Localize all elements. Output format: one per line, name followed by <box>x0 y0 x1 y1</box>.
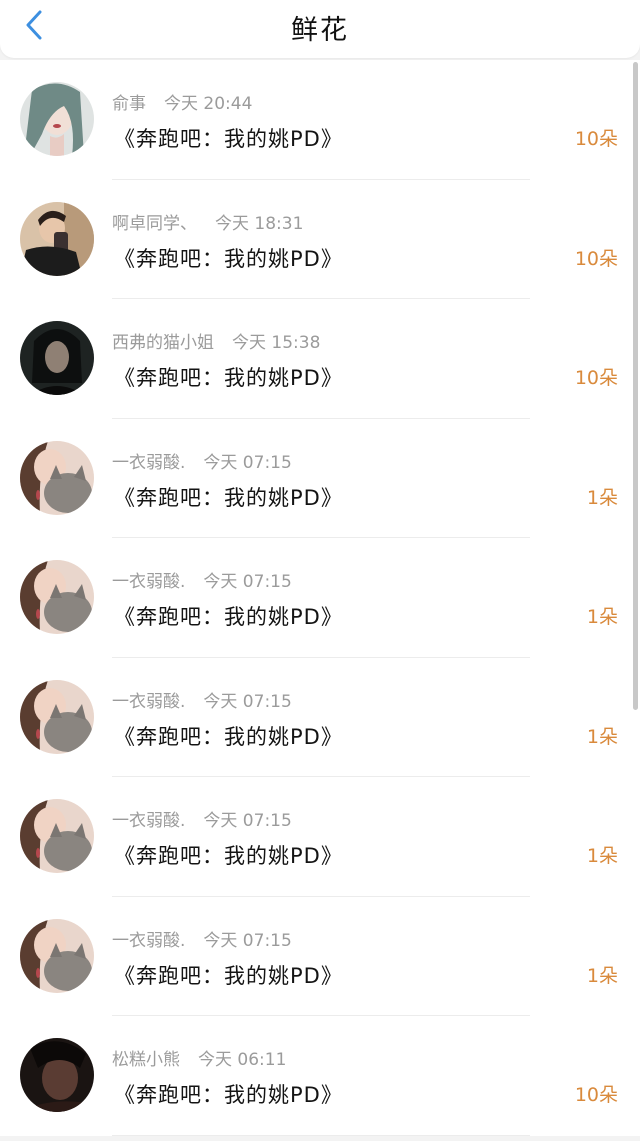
flower-amount: 10朵 <box>574 1084 618 1106</box>
gift-list-item[interactable]: 啊卓同学、 今天 18:31 《奔跑吧：我的姚PD》 10朵 <box>0 179 640 299</box>
gift-list-item[interactable]: 一衣弱酸. 今天 07:15 《奔跑吧：我的姚PD》 1朵 <box>0 418 640 538</box>
gift-list-item[interactable]: 一衣弱酸. 今天 07:15 《奔跑吧：我的姚PD》 1朵 <box>0 538 640 658</box>
sender-name[interactable]: 西弗的猫小姐 <box>112 333 214 353</box>
flower-amount: 1朵 <box>586 606 618 628</box>
top-bar: 鲜花 <box>0 0 640 58</box>
gift-time: 今天 15:38 <box>232 333 321 353</box>
gift-list-item[interactable]: 一衣弱酸. 今天 07:15 《奔跑吧：我的姚PD》 1朵 <box>0 657 640 777</box>
sender-name[interactable]: 一衣弱酸. <box>112 811 185 831</box>
sender-info: 啊卓同学、 今天 18:31 <box>112 209 303 234</box>
show-title: 《奔跑吧：我的姚PD》 <box>114 366 343 390</box>
gift-time: 今天 07:15 <box>203 811 292 831</box>
dark-portrait-avatar-icon[interactable] <box>20 1038 94 1112</box>
girl-with-cat-avatar-icon[interactable] <box>20 560 94 634</box>
girl-with-cat-avatar-icon[interactable] <box>20 918 94 993</box>
show-title: 《奔跑吧：我的姚PD》 <box>114 127 343 151</box>
sender-info: 俞事 今天 20:44 <box>112 89 252 114</box>
gift-time: 今天 07:15 <box>203 691 292 712</box>
flower-amount: 10朵 <box>574 128 618 150</box>
girl-with-cat-avatar-icon[interactable] <box>20 679 94 754</box>
sender-name[interactable]: 一衣弱酸. <box>112 572 185 592</box>
flower-amount: 1朵 <box>586 725 618 748</box>
sender-info: 松糕小熊 今天 06:11 <box>112 1045 286 1070</box>
show-title: 《奔跑吧：我的姚PD》 <box>114 485 343 510</box>
gift-time: 今天 18:31 <box>215 213 304 234</box>
flower-gift-list[interactable]: 俞事 今天 20:44 《奔跑吧：我的姚PD》 10朵 啊卓同学、 今天 18:31… <box>0 60 640 1141</box>
sender-info: 一衣弱酸. 今天 07:15 <box>112 806 292 831</box>
show-title: 《奔跑吧：我的姚PD》 <box>114 724 343 749</box>
girl-with-cat-avatar-icon[interactable] <box>20 799 94 873</box>
sender-name[interactable]: 俞事 <box>112 94 146 114</box>
sender-name[interactable]: 一衣弱酸. <box>112 692 185 712</box>
gift-time: 今天 07:15 <box>203 452 292 473</box>
girl-with-cat-avatar-icon[interactable] <box>20 440 94 515</box>
sender-info: 一衣弱酸. 今天 07:15 <box>112 926 292 951</box>
sender-name[interactable]: 松糕小熊 <box>112 1050 180 1070</box>
gift-time: 今天 07:15 <box>203 930 292 951</box>
gift-time: 今天 06:11 <box>198 1050 287 1070</box>
show-title: 《奔跑吧：我的姚PD》 <box>114 1083 343 1107</box>
sender-name[interactable]: 一衣弱酸. <box>112 453 185 473</box>
sender-info: 一衣弱酸. 今天 07:15 <box>112 448 292 473</box>
show-title: 《奔跑吧：我的姚PD》 <box>114 246 343 271</box>
mirror-selfie-avatar-icon[interactable] <box>20 201 94 276</box>
gift-list-item[interactable]: 俞事 今天 20:44 《奔跑吧：我的姚PD》 10朵 <box>0 60 640 180</box>
gift-time: 今天 20:44 <box>164 94 253 114</box>
sender-name[interactable]: 啊卓同学、 <box>112 214 197 234</box>
gift-list-item[interactable]: 一衣弱酸. 今天 07:15 《奔跑吧：我的姚PD》 1朵 <box>0 896 640 1016</box>
gift-time: 今天 07:15 <box>203 572 292 592</box>
woman-portrait-avatar-icon[interactable] <box>20 82 94 156</box>
gift-list-item[interactable]: 松糕小熊 今天 06:11 《奔跑吧：我的姚PD》 10朵 <box>0 1016 640 1136</box>
gift-list-item[interactable]: 一衣弱酸. 今天 07:15 《奔跑吧：我的姚PD》 1朵 <box>0 777 640 897</box>
sender-info: 一衣弱酸. 今天 07:15 <box>112 567 292 592</box>
gift-list-item[interactable]: 西弗的猫小姐 今天 15:38 《奔跑吧：我的姚PD》 10朵 <box>0 299 640 419</box>
dark-hair-man-avatar-icon[interactable] <box>20 321 94 395</box>
sender-info: 西弗的猫小姐 今天 15:38 <box>112 328 320 353</box>
sender-name[interactable]: 一衣弱酸. <box>112 931 185 951</box>
show-title: 《奔跑吧：我的姚PD》 <box>114 963 343 988</box>
scrollbar[interactable] <box>633 62 638 710</box>
show-title: 《奔跑吧：我的姚PD》 <box>114 605 343 629</box>
flower-amount: 1朵 <box>586 845 618 867</box>
page-title: 鲜花 <box>291 15 349 46</box>
flower-amount: 10朵 <box>574 367 618 389</box>
flower-amount: 1朵 <box>586 964 618 987</box>
show-title: 《奔跑吧：我的姚PD》 <box>114 844 343 868</box>
flower-amount: 1朵 <box>586 486 618 509</box>
flower-amount: 10朵 <box>574 247 618 270</box>
sender-info: 一衣弱酸. 今天 07:15 <box>112 687 292 712</box>
